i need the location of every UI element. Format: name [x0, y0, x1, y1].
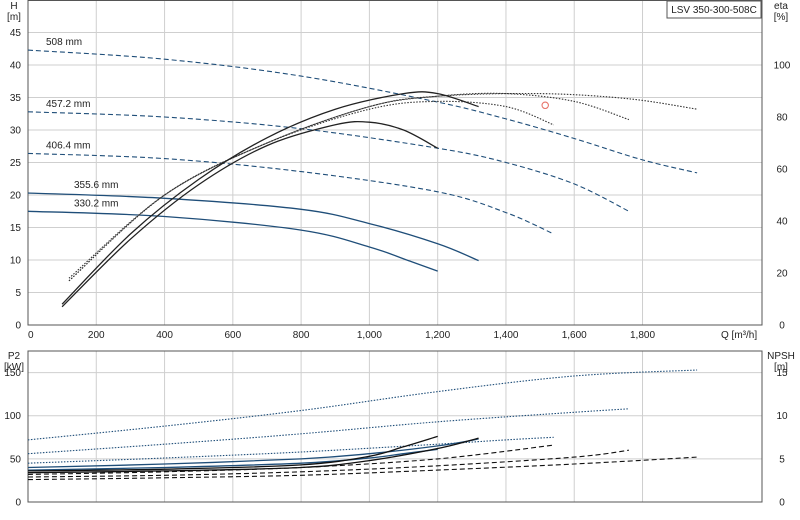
pump-curve-chart: 0 200 400 600 800 1,000 1,200 1,400 1,600 1,80005… — [4, 0, 795, 509]
y2-tick-label-npsh: 0 — [779, 498, 785, 509]
x-tick-label: 600 — [224, 330, 241, 341]
y-axis-title-h: H — [10, 1, 17, 12]
x-tick-label: 200 — [88, 330, 105, 341]
y2-tick-label-eta: 20 — [776, 269, 788, 280]
y-axis-unit-p2: [kW] — [4, 362, 24, 373]
efficiency-curve — [68, 100, 554, 282]
curve-label: 457.2 mm — [46, 99, 90, 110]
y-tick-label-h: 5 — [15, 288, 21, 299]
y-tick-label-h: 25 — [10, 158, 22, 169]
y-tick-label-p2: 0 — [15, 498, 21, 509]
y-axis-title-p2: P2 — [8, 351, 21, 362]
y2-tick-label-eta: 80 — [776, 113, 788, 124]
curve-label: 330.2 mm — [74, 198, 118, 209]
y-tick-label-h: 40 — [10, 61, 22, 72]
efficiency-curve — [61, 91, 479, 305]
y2-tick-label-eta: 0 — [779, 321, 785, 332]
x-axis-title: Q [m³/h] — [721, 330, 757, 341]
x-tick-label: 1,600 — [562, 330, 587, 341]
bottom-plot-frame — [27, 350, 763, 503]
y-tick-label-h: 30 — [10, 126, 22, 137]
y2-tick-label-npsh: 10 — [776, 411, 788, 422]
duty-point-marker — [541, 101, 549, 110]
power-curve — [27, 369, 698, 441]
y-tick-label-h: 45 — [10, 28, 22, 39]
y-axis-unit-h: [m] — [7, 12, 21, 23]
head-curve — [27, 152, 554, 235]
y2-axis-unit-eta: [%] — [774, 12, 789, 23]
chart-title: LSV 350-300-508C — [671, 5, 757, 16]
y-tick-label-p2: 50 — [10, 454, 22, 465]
curve-label: 508 mm — [46, 37, 82, 48]
y2-axis-title-npsh: NPSH — [767, 351, 795, 362]
y2-axis-unit-npsh: [m] — [774, 362, 788, 373]
y2-tick-label-npsh: 5 — [779, 454, 785, 465]
x-tick-label: 1,800 — [630, 330, 655, 341]
x-tick-label: 800 — [293, 330, 310, 341]
efficiency-curve — [68, 92, 630, 282]
y-tick-label-h: 35 — [10, 93, 22, 104]
x-tick-label: 400 — [156, 330, 173, 341]
x-tick-label: 1,200 — [425, 330, 450, 341]
x-tick-label: 1,000 — [357, 330, 382, 341]
y2-tick-label-eta: 100 — [774, 61, 791, 72]
y2-axis-title-eta: eta — [774, 1, 788, 12]
y2-tick-label-eta: 60 — [776, 165, 788, 176]
y-tick-label-h: 15 — [10, 223, 22, 234]
y-tick-label-h: 20 — [10, 191, 22, 202]
y-tick-label-h: 10 — [10, 256, 22, 267]
y-tick-label-p2: 100 — [4, 411, 21, 422]
y-tick-label-h: 0 — [15, 321, 21, 332]
x-tick-label: 1,400 — [493, 330, 518, 341]
curve-label: 406.4 mm — [46, 140, 90, 151]
x-tick-label: 0 — [28, 330, 34, 341]
y2-tick-label-eta: 40 — [776, 217, 788, 228]
efficiency-curve — [68, 92, 698, 279]
head-curve — [27, 49, 698, 174]
curve-label: 355.6 mm — [74, 180, 118, 191]
